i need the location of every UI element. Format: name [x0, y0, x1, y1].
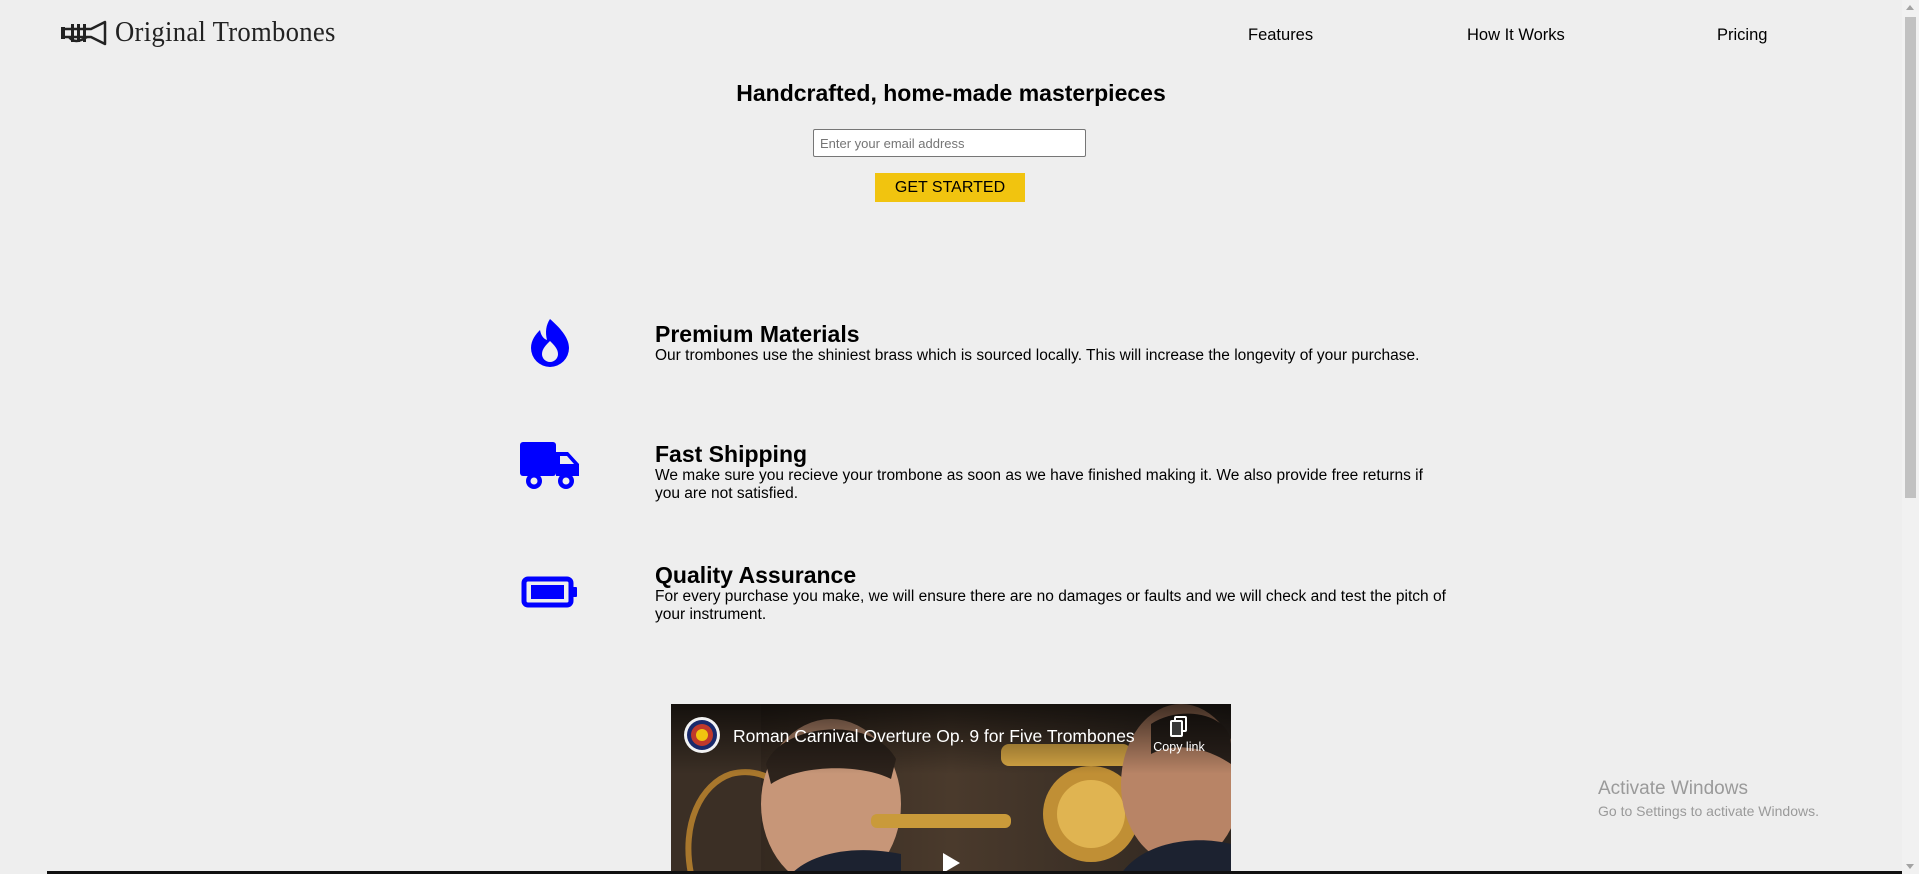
scroll-up-arrow-icon[interactable] [1906, 5, 1914, 10]
feature-description: Our trombones use the shiniest brass whi… [655, 347, 1420, 364]
nav-link-how-it-works[interactable]: How It Works [1467, 26, 1565, 45]
feature-text: Premium Materials Our trombones use the … [655, 322, 1450, 365]
brand-logo[interactable]: Original Trombones [61, 16, 355, 49]
activation-watermark-title: Activate Windows [1598, 778, 1748, 799]
copy-icon [1149, 716, 1209, 738]
nav-link-pricing[interactable]: Pricing [1717, 26, 1767, 45]
nav-link-features[interactable]: Features [1248, 26, 1313, 45]
scrollbar-thumb[interactable] [1905, 17, 1916, 498]
feature-text: Fast Shipping We make sure you recieve y… [655, 442, 1450, 503]
brand-name: Original Trombones [115, 16, 336, 48]
copy-link-button[interactable]: Copy link [1149, 716, 1209, 754]
landing-page: Original Trombones Features How It Works… [0, 0, 1919, 874]
feature-title: Fast Shipping [655, 441, 808, 467]
trumpet-icon [61, 20, 107, 46]
get-started-button[interactable]: GET STARTED [875, 173, 1025, 202]
hero-title: Handcrafted, home-made masterpieces [736, 80, 1166, 106]
email-input[interactable] [813, 129, 1086, 157]
video-embed[interactable]: Roman Carnival Overture Op. 9 for Five T… [671, 704, 1231, 874]
feature-title: Premium Materials [655, 321, 860, 347]
feature-title: Quality Assurance [655, 562, 857, 588]
truck-icon [515, 442, 585, 492]
vertical-scrollbar[interactable] [1902, 0, 1919, 874]
fire-icon [515, 318, 585, 368]
feature-description: We make sure you recieve your trombone a… [655, 467, 1423, 502]
feature-description: For every purchase you make, we will ens… [655, 588, 1446, 623]
activation-watermark-subtitle: Go to Settings to activate Windows. [1598, 803, 1819, 819]
video-title[interactable]: Roman Carnival Overture Op. 9 for Five T… [733, 726, 1135, 747]
battery-full-icon [515, 576, 585, 608]
scroll-down-arrow-icon[interactable] [1906, 864, 1914, 869]
feature-text: Quality Assurance For every purchase you… [655, 563, 1450, 624]
channel-avatar-icon[interactable] [683, 716, 721, 754]
copy-link-label: Copy link [1153, 740, 1205, 754]
